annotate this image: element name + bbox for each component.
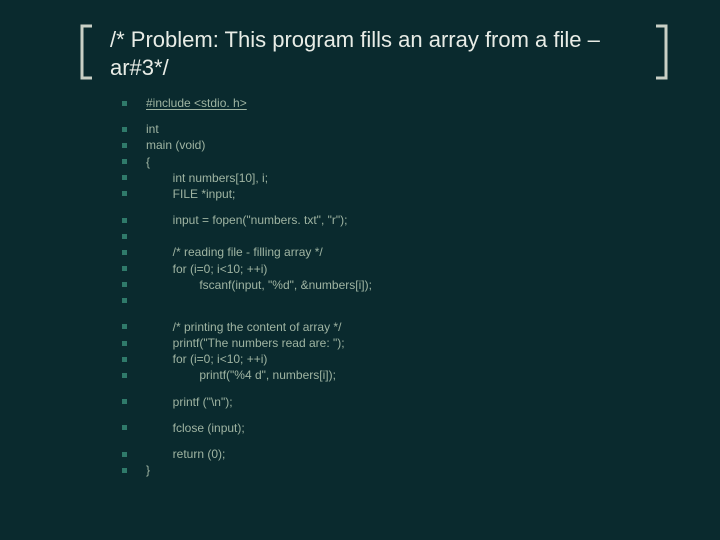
right-bracket-icon	[652, 24, 670, 80]
code-line: return (0);	[118, 446, 670, 462]
blank-line	[118, 202, 670, 212]
code-text: main (void)	[146, 137, 205, 153]
bullet-icon	[118, 172, 130, 184]
bullet-icon	[118, 246, 130, 258]
blank-line	[118, 111, 670, 121]
code-line: }	[118, 462, 670, 478]
code-text: /* reading file - filling array */	[146, 244, 323, 260]
blank-line	[118, 309, 670, 319]
code-text: fclose (input);	[146, 420, 245, 436]
code-text: printf ("\n");	[146, 394, 233, 410]
code-text: printf("%4 d", numbers[i]);	[146, 367, 336, 383]
code-line	[118, 228, 670, 244]
bullet-icon	[118, 139, 130, 151]
blank-line	[118, 410, 670, 420]
code-text: fscanf(input, "%d", &numbers[i]);	[146, 277, 372, 293]
code-text: return (0);	[146, 446, 225, 462]
code-text: #include <stdio. h>	[146, 95, 247, 111]
bullet-icon	[118, 295, 130, 307]
code-line: main (void)	[118, 137, 670, 153]
code-line: printf("The numbers read are: ");	[118, 335, 670, 351]
bullet-icon	[118, 353, 130, 365]
code-text: {	[146, 154, 150, 170]
bullet-icon	[118, 337, 130, 349]
code-line: FILE *input;	[118, 186, 670, 202]
code-text: int numbers[10], i;	[146, 170, 268, 186]
code-line: int	[118, 121, 670, 137]
code-text: }	[146, 462, 150, 478]
bullet-icon	[118, 279, 130, 291]
code-line: for (i=0; i<10; ++i)	[118, 351, 670, 367]
code-text: /* printing the content of array */	[146, 319, 341, 335]
code-line: {	[118, 154, 670, 170]
code-line: /* reading file - filling array */	[118, 244, 670, 260]
bullet-icon	[118, 321, 130, 333]
bullet-icon	[118, 230, 130, 242]
bullet-icon	[118, 448, 130, 460]
code-text: for (i=0; i<10; ++i)	[146, 261, 267, 277]
bullet-icon	[118, 188, 130, 200]
blank-line	[118, 384, 670, 394]
blank-line	[118, 436, 670, 446]
code-line: fclose (input);	[118, 420, 670, 436]
bullet-icon	[118, 123, 130, 135]
bullet-icon	[118, 97, 130, 109]
code-line: fscanf(input, "%d", &numbers[i]);	[118, 277, 670, 293]
code-line: printf("%4 d", numbers[i]);	[118, 367, 670, 383]
bullet-icon	[118, 369, 130, 381]
code-text: for (i=0; i<10; ++i)	[146, 351, 267, 367]
code-text: FILE *input;	[146, 186, 235, 202]
code-line: input = fopen("numbers. txt", "r");	[118, 212, 670, 228]
bullet-icon	[118, 396, 130, 408]
code-block: #include <stdio. h> intmain (void){ int n…	[118, 95, 670, 478]
code-text: input = fopen("numbers. txt", "r");	[146, 212, 347, 228]
code-text: printf("The numbers read are: ");	[146, 335, 345, 351]
code-line	[118, 293, 670, 309]
bullet-icon	[118, 422, 130, 434]
bullet-icon	[118, 156, 130, 168]
code-text: int	[146, 121, 159, 137]
bullet-icon	[118, 214, 130, 226]
code-line: for (i=0; i<10; ++i)	[118, 261, 670, 277]
code-line: #include <stdio. h>	[118, 95, 670, 111]
bullet-icon	[118, 263, 130, 275]
title-row: /* Problem: This program fills an array …	[78, 24, 670, 81]
bullet-icon	[118, 464, 130, 476]
code-line: /* printing the content of array */	[118, 319, 670, 335]
slide: /* Problem: This program fills an array …	[0, 0, 720, 540]
page-title: /* Problem: This program fills an array …	[110, 24, 638, 81]
left-bracket-icon	[78, 24, 96, 80]
code-line: int numbers[10], i;	[118, 170, 670, 186]
code-line: printf ("\n");	[118, 394, 670, 410]
